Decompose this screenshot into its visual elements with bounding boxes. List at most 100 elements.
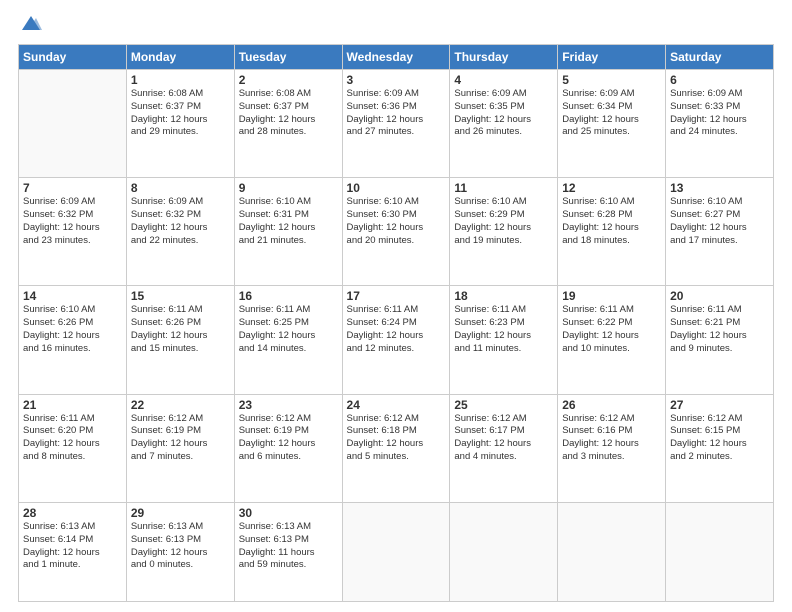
calendar-cell: 21Sunrise: 6:11 AM Sunset: 6:20 PM Dayli… bbox=[19, 394, 127, 502]
logo-icon bbox=[20, 12, 42, 34]
weekday-header: Tuesday bbox=[234, 45, 342, 70]
day-number: 27 bbox=[670, 398, 769, 412]
calendar-cell bbox=[19, 70, 127, 178]
day-info: Sunrise: 6:12 AM Sunset: 6:15 PM Dayligh… bbox=[670, 413, 769, 464]
weekday-header: Monday bbox=[126, 45, 234, 70]
calendar-cell: 6Sunrise: 6:09 AM Sunset: 6:33 PM Daylig… bbox=[666, 70, 774, 178]
day-info: Sunrise: 6:09 AM Sunset: 6:36 PM Dayligh… bbox=[347, 88, 446, 139]
day-info: Sunrise: 6:10 AM Sunset: 6:27 PM Dayligh… bbox=[670, 196, 769, 247]
day-number: 9 bbox=[239, 181, 338, 195]
calendar-week-row: 28Sunrise: 6:13 AM Sunset: 6:14 PM Dayli… bbox=[19, 502, 774, 601]
calendar-cell: 15Sunrise: 6:11 AM Sunset: 6:26 PM Dayli… bbox=[126, 286, 234, 394]
day-info: Sunrise: 6:12 AM Sunset: 6:16 PM Dayligh… bbox=[562, 413, 661, 464]
day-info: Sunrise: 6:09 AM Sunset: 6:32 PM Dayligh… bbox=[23, 196, 122, 247]
day-info: Sunrise: 6:10 AM Sunset: 6:26 PM Dayligh… bbox=[23, 304, 122, 355]
day-number: 29 bbox=[131, 506, 230, 520]
calendar-cell: 24Sunrise: 6:12 AM Sunset: 6:18 PM Dayli… bbox=[342, 394, 450, 502]
day-number: 2 bbox=[239, 73, 338, 87]
day-number: 25 bbox=[454, 398, 553, 412]
day-number: 7 bbox=[23, 181, 122, 195]
day-number: 28 bbox=[23, 506, 122, 520]
calendar-cell: 18Sunrise: 6:11 AM Sunset: 6:23 PM Dayli… bbox=[450, 286, 558, 394]
day-number: 23 bbox=[239, 398, 338, 412]
calendar-cell: 11Sunrise: 6:10 AM Sunset: 6:29 PM Dayli… bbox=[450, 178, 558, 286]
calendar-cell: 10Sunrise: 6:10 AM Sunset: 6:30 PM Dayli… bbox=[342, 178, 450, 286]
page: SundayMondayTuesdayWednesdayThursdayFrid… bbox=[0, 0, 792, 612]
day-info: Sunrise: 6:10 AM Sunset: 6:29 PM Dayligh… bbox=[454, 196, 553, 247]
day-info: Sunrise: 6:10 AM Sunset: 6:31 PM Dayligh… bbox=[239, 196, 338, 247]
calendar-cell: 9Sunrise: 6:10 AM Sunset: 6:31 PM Daylig… bbox=[234, 178, 342, 286]
day-number: 22 bbox=[131, 398, 230, 412]
day-number: 30 bbox=[239, 506, 338, 520]
day-number: 3 bbox=[347, 73, 446, 87]
weekday-header: Saturday bbox=[666, 45, 774, 70]
day-number: 14 bbox=[23, 289, 122, 303]
calendar-cell: 4Sunrise: 6:09 AM Sunset: 6:35 PM Daylig… bbox=[450, 70, 558, 178]
day-number: 16 bbox=[239, 289, 338, 303]
day-info: Sunrise: 6:10 AM Sunset: 6:30 PM Dayligh… bbox=[347, 196, 446, 247]
day-info: Sunrise: 6:12 AM Sunset: 6:17 PM Dayligh… bbox=[454, 413, 553, 464]
day-info: Sunrise: 6:09 AM Sunset: 6:32 PM Dayligh… bbox=[131, 196, 230, 247]
calendar-cell: 25Sunrise: 6:12 AM Sunset: 6:17 PM Dayli… bbox=[450, 394, 558, 502]
day-info: Sunrise: 6:12 AM Sunset: 6:18 PM Dayligh… bbox=[347, 413, 446, 464]
calendar-cell: 3Sunrise: 6:09 AM Sunset: 6:36 PM Daylig… bbox=[342, 70, 450, 178]
calendar-cell bbox=[342, 502, 450, 601]
day-info: Sunrise: 6:10 AM Sunset: 6:28 PM Dayligh… bbox=[562, 196, 661, 247]
calendar-cell bbox=[450, 502, 558, 601]
day-number: 19 bbox=[562, 289, 661, 303]
day-info: Sunrise: 6:09 AM Sunset: 6:35 PM Dayligh… bbox=[454, 88, 553, 139]
calendar-cell: 8Sunrise: 6:09 AM Sunset: 6:32 PM Daylig… bbox=[126, 178, 234, 286]
calendar-cell: 14Sunrise: 6:10 AM Sunset: 6:26 PM Dayli… bbox=[19, 286, 127, 394]
day-number: 20 bbox=[670, 289, 769, 303]
calendar-cell: 22Sunrise: 6:12 AM Sunset: 6:19 PM Dayli… bbox=[126, 394, 234, 502]
calendar-cell: 16Sunrise: 6:11 AM Sunset: 6:25 PM Dayli… bbox=[234, 286, 342, 394]
calendar-cell: 17Sunrise: 6:11 AM Sunset: 6:24 PM Dayli… bbox=[342, 286, 450, 394]
day-number: 8 bbox=[131, 181, 230, 195]
day-info: Sunrise: 6:11 AM Sunset: 6:21 PM Dayligh… bbox=[670, 304, 769, 355]
day-number: 26 bbox=[562, 398, 661, 412]
calendar-cell: 28Sunrise: 6:13 AM Sunset: 6:14 PM Dayli… bbox=[19, 502, 127, 601]
calendar-cell: 13Sunrise: 6:10 AM Sunset: 6:27 PM Dayli… bbox=[666, 178, 774, 286]
calendar-cell: 19Sunrise: 6:11 AM Sunset: 6:22 PM Dayli… bbox=[558, 286, 666, 394]
weekday-header-row: SundayMondayTuesdayWednesdayThursdayFrid… bbox=[19, 45, 774, 70]
day-info: Sunrise: 6:09 AM Sunset: 6:34 PM Dayligh… bbox=[562, 88, 661, 139]
day-number: 12 bbox=[562, 181, 661, 195]
day-info: Sunrise: 6:08 AM Sunset: 6:37 PM Dayligh… bbox=[239, 88, 338, 139]
day-number: 4 bbox=[454, 73, 553, 87]
day-info: Sunrise: 6:11 AM Sunset: 6:22 PM Dayligh… bbox=[562, 304, 661, 355]
day-info: Sunrise: 6:12 AM Sunset: 6:19 PM Dayligh… bbox=[131, 413, 230, 464]
calendar-cell: 29Sunrise: 6:13 AM Sunset: 6:13 PM Dayli… bbox=[126, 502, 234, 601]
day-info: Sunrise: 6:13 AM Sunset: 6:13 PM Dayligh… bbox=[239, 521, 338, 572]
day-number: 21 bbox=[23, 398, 122, 412]
calendar-cell: 2Sunrise: 6:08 AM Sunset: 6:37 PM Daylig… bbox=[234, 70, 342, 178]
day-info: Sunrise: 6:13 AM Sunset: 6:14 PM Dayligh… bbox=[23, 521, 122, 572]
calendar-cell: 26Sunrise: 6:12 AM Sunset: 6:16 PM Dayli… bbox=[558, 394, 666, 502]
day-number: 1 bbox=[131, 73, 230, 87]
day-info: Sunrise: 6:11 AM Sunset: 6:20 PM Dayligh… bbox=[23, 413, 122, 464]
day-info: Sunrise: 6:08 AM Sunset: 6:37 PM Dayligh… bbox=[131, 88, 230, 139]
calendar-cell: 23Sunrise: 6:12 AM Sunset: 6:19 PM Dayli… bbox=[234, 394, 342, 502]
day-info: Sunrise: 6:11 AM Sunset: 6:23 PM Dayligh… bbox=[454, 304, 553, 355]
day-number: 18 bbox=[454, 289, 553, 303]
day-number: 13 bbox=[670, 181, 769, 195]
calendar-cell: 12Sunrise: 6:10 AM Sunset: 6:28 PM Dayli… bbox=[558, 178, 666, 286]
day-info: Sunrise: 6:11 AM Sunset: 6:25 PM Dayligh… bbox=[239, 304, 338, 355]
calendar-week-row: 21Sunrise: 6:11 AM Sunset: 6:20 PM Dayli… bbox=[19, 394, 774, 502]
day-number: 15 bbox=[131, 289, 230, 303]
day-number: 5 bbox=[562, 73, 661, 87]
day-number: 17 bbox=[347, 289, 446, 303]
calendar-table: SundayMondayTuesdayWednesdayThursdayFrid… bbox=[18, 44, 774, 602]
day-number: 10 bbox=[347, 181, 446, 195]
header bbox=[18, 16, 774, 34]
weekday-header: Wednesday bbox=[342, 45, 450, 70]
calendar-cell: 7Sunrise: 6:09 AM Sunset: 6:32 PM Daylig… bbox=[19, 178, 127, 286]
weekday-header: Thursday bbox=[450, 45, 558, 70]
calendar-week-row: 7Sunrise: 6:09 AM Sunset: 6:32 PM Daylig… bbox=[19, 178, 774, 286]
calendar-cell: 27Sunrise: 6:12 AM Sunset: 6:15 PM Dayli… bbox=[666, 394, 774, 502]
day-number: 6 bbox=[670, 73, 769, 87]
day-info: Sunrise: 6:13 AM Sunset: 6:13 PM Dayligh… bbox=[131, 521, 230, 572]
weekday-header: Friday bbox=[558, 45, 666, 70]
day-info: Sunrise: 6:11 AM Sunset: 6:26 PM Dayligh… bbox=[131, 304, 230, 355]
calendar-cell bbox=[666, 502, 774, 601]
calendar-cell: 20Sunrise: 6:11 AM Sunset: 6:21 PM Dayli… bbox=[666, 286, 774, 394]
